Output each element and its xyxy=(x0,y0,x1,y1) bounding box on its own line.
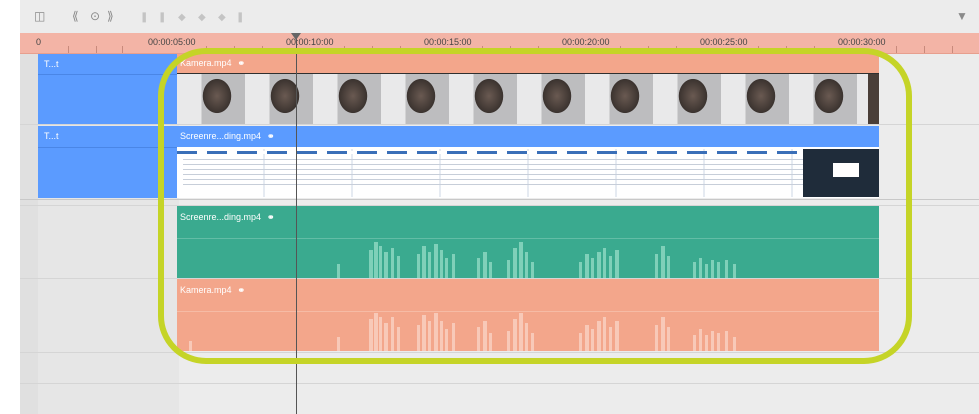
playhead-line[interactable] xyxy=(296,33,297,414)
ruler-tick xyxy=(758,46,759,53)
camera-video-clip-name: Kamera.mp4 ⚭ xyxy=(180,58,246,68)
thumbnail-frame xyxy=(789,74,857,124)
thumbnail-frame xyxy=(177,74,245,124)
loop-icon[interactable]: ⊙ xyxy=(90,9,100,23)
video-track-1-header[interactable]: T...t xyxy=(38,54,179,124)
ruler-tick xyxy=(96,46,97,53)
thumbnail-ui-lines xyxy=(183,159,803,189)
marker-4-icon[interactable]: ◆ xyxy=(198,11,206,25)
track-header-strip xyxy=(20,54,39,414)
ruler-tick xyxy=(122,46,123,53)
ruler-label-20s: 00:00:20:00 xyxy=(562,37,610,47)
thumbnail-frame xyxy=(857,74,879,124)
playhead-handle[interactable] xyxy=(291,33,301,40)
link-icon: ⚭ xyxy=(237,58,246,68)
marker-3-icon[interactable]: ◆ xyxy=(178,11,186,25)
link-icon: ⚭ xyxy=(237,285,246,295)
thumbnail-frame xyxy=(245,74,313,124)
ruler-tick xyxy=(262,46,263,53)
thumbnail-dialog xyxy=(833,163,859,177)
ruler-start-label: 0 xyxy=(36,37,42,47)
camera-audio-waveform xyxy=(189,313,736,351)
ruler-tick xyxy=(648,46,649,53)
link-icon: ⚭ xyxy=(267,212,275,222)
ruler-tick xyxy=(620,46,621,53)
thumbnail-frame xyxy=(517,74,585,124)
camera-video-clip-title: Kamera.mp4 ⚭ xyxy=(177,54,879,73)
camera-audio-clip-name: Kamera.mp4 ⚭ xyxy=(180,285,246,295)
video-track-2-label: T...t xyxy=(44,131,59,141)
ruler-tick xyxy=(206,46,207,53)
marker-5-icon[interactable]: ◆ xyxy=(218,11,226,25)
video-track-1-label: T...t xyxy=(44,59,59,69)
thumbnail-frame xyxy=(585,74,653,124)
screen-video-clip-title: Screenre...ding.mp4 ⚭ xyxy=(177,126,879,147)
ruler-label-25s: 00:00:25:00 xyxy=(700,37,748,47)
pin-icon[interactable]: ▼ xyxy=(956,9,968,23)
video-track-2-header[interactable]: T...t xyxy=(38,126,179,198)
track-separator xyxy=(20,383,979,384)
thumbnail-dark-frame xyxy=(803,149,879,197)
thumbnail-frame xyxy=(313,74,381,124)
track-separator xyxy=(20,199,979,200)
ruler-tick xyxy=(482,46,483,53)
timeline-toolbar: ◫ ⟪ ⊙ ⟫ ❚ ❚ ◆ ◆ ◆ ❚ ▼ xyxy=(20,0,979,33)
ruler-label-5s: 00:00:05:00 xyxy=(148,37,196,47)
thumbnail-frame xyxy=(381,74,449,124)
ruler-tick xyxy=(68,46,69,53)
time-ruler[interactable]: 0 00:00:05:00 00:00:10:00 00:00:15:00 00… xyxy=(20,33,979,54)
fast-forward-icon[interactable]: ⟫ xyxy=(107,9,114,23)
ruler-tick xyxy=(924,46,925,53)
screen-video-clip[interactable]: Screenre...ding.mp4 ⚭ xyxy=(177,126,879,198)
track-separator xyxy=(20,352,979,353)
camera-audio-clip[interactable]: Kamera.mp4 ⚭ xyxy=(177,279,879,351)
link-icon: ⚭ xyxy=(267,131,275,141)
track-separator xyxy=(20,124,979,125)
ruler-tick xyxy=(372,46,373,53)
ruler-tick xyxy=(814,46,815,53)
ruler-tick xyxy=(538,46,539,53)
marker-2-icon[interactable]: ❚ xyxy=(158,11,166,25)
screen-audio-waveform xyxy=(337,242,736,278)
screen-video-clip-name: Screenre...ding.mp4 ⚭ xyxy=(180,131,275,141)
ruler-tick xyxy=(234,46,235,53)
thumbnail-frame xyxy=(721,74,789,124)
thumbnail-ui-lines xyxy=(177,151,803,154)
ruler-tick xyxy=(896,46,897,53)
marker-6-icon[interactable]: ❚ xyxy=(236,11,244,25)
ruler-tick xyxy=(676,46,677,53)
screen-thumbnails xyxy=(177,149,879,197)
ruler-tick xyxy=(786,46,787,53)
ruler-tick xyxy=(400,46,401,53)
screen-audio-clip[interactable]: Screenre...ding.mp4 ⚭ xyxy=(177,206,879,278)
screen-audio-clip-name: Screenre...ding.mp4 ⚭ xyxy=(180,212,275,222)
marker-1-icon[interactable]: ❚ xyxy=(140,11,148,25)
camera-video-clip[interactable]: Kamera.mp4 ⚭ xyxy=(177,54,879,124)
clip-window-icon[interactable]: ◫ xyxy=(34,9,45,23)
ruler-tick xyxy=(952,46,953,53)
ruler-label-15s: 00:00:15:00 xyxy=(424,37,472,47)
ruler-tick xyxy=(510,46,511,53)
timeline-editor: ◫ ⟪ ⊙ ⟫ ❚ ❚ ◆ ◆ ◆ ❚ ▼ 0 00:00:05:00 00:0… xyxy=(20,0,979,414)
thumbnail-frame xyxy=(449,74,517,124)
rewind-icon[interactable]: ⟪ xyxy=(72,9,79,23)
thumbnail-frame xyxy=(653,74,721,124)
camera-thumbnails xyxy=(177,74,879,124)
ruler-label-30s: 00:00:30:00 xyxy=(838,37,886,47)
ruler-tick xyxy=(344,46,345,53)
